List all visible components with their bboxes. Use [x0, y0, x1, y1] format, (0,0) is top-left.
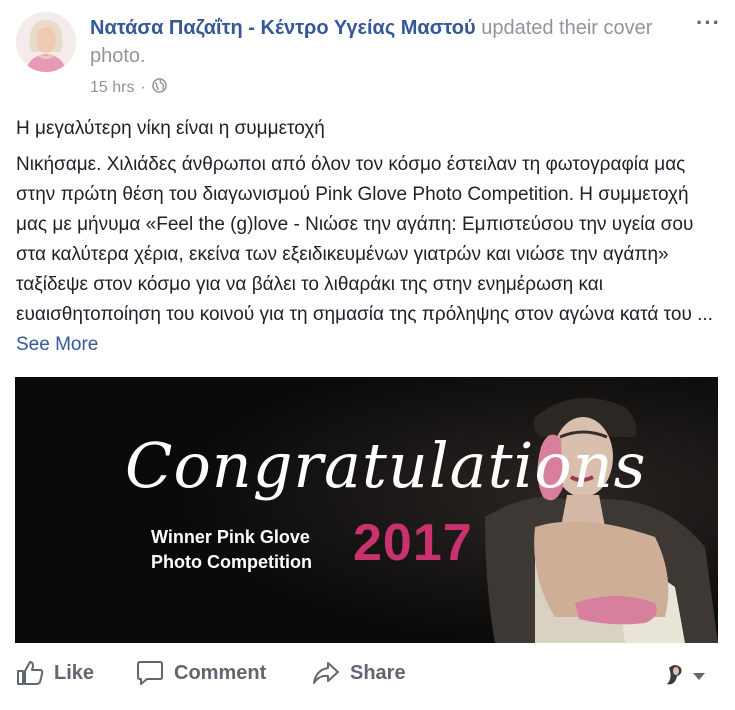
post-header: Νατάσα Παζαΐτη - Κέντρο Υγείας Μαστού up…	[90, 14, 670, 70]
profile-avatar-icon	[663, 662, 687, 691]
like-button[interactable]: Like	[16, 660, 94, 686]
share-button[interactable]: Share	[312, 660, 406, 686]
post-actions-bar: Like Comment Share	[0, 650, 735, 698]
post-body: Νικήσαμε. Χιλιάδες άνθρωποι από όλον τον…	[16, 150, 722, 360]
cover-photo[interactable]: Congratulations Winner Pink Glove Photo …	[15, 377, 718, 643]
comment-icon	[136, 660, 164, 686]
post-body-text: Νικήσαμε. Χιλιάδες άνθρωποι από όλον τον…	[16, 154, 713, 325]
thumbs-up-icon	[16, 660, 44, 686]
share-label: Share	[350, 661, 406, 684]
cover-year: 2017	[353, 514, 473, 572]
cover-photo-art	[15, 377, 718, 643]
post-headline: Η μεγαλύτερη νίκη είναι η συμμετοχή	[16, 118, 325, 139]
meta-separator: ·	[140, 79, 146, 96]
chevron-down-icon	[693, 668, 705, 686]
cover-subtitle: Winner Pink Glove Photo Competition	[151, 525, 312, 575]
comment-label: Comment	[174, 661, 267, 684]
post-options-icon[interactable]: ···	[696, 10, 721, 36]
feed-post: Νατάσα Παζαΐτη - Κέντρο Υγείας Μαστού up…	[0, 0, 735, 710]
page-avatar[interactable]	[16, 12, 76, 72]
page-name-link[interactable]: Νατάσα Παζαΐτη - Κέντρο Υγείας Μαστού	[90, 17, 476, 39]
avatar-image	[16, 12, 76, 72]
audience-selector[interactable]	[663, 662, 705, 691]
see-more-link[interactable]: See More	[16, 334, 98, 355]
post-timestamp[interactable]: 15 hrs	[90, 79, 134, 97]
post-meta: 15 hrs ·	[90, 78, 167, 98]
comment-button[interactable]: Comment	[136, 660, 266, 686]
globe-icon[interactable]	[151, 78, 167, 98]
cover-subtitle-line1: Winner Pink Glove	[151, 527, 310, 547]
share-arrow-icon	[312, 660, 340, 686]
cover-title: Congratulations	[125, 429, 647, 502]
like-label: Like	[54, 661, 95, 684]
cover-subtitle-line2: Photo Competition	[151, 552, 312, 572]
